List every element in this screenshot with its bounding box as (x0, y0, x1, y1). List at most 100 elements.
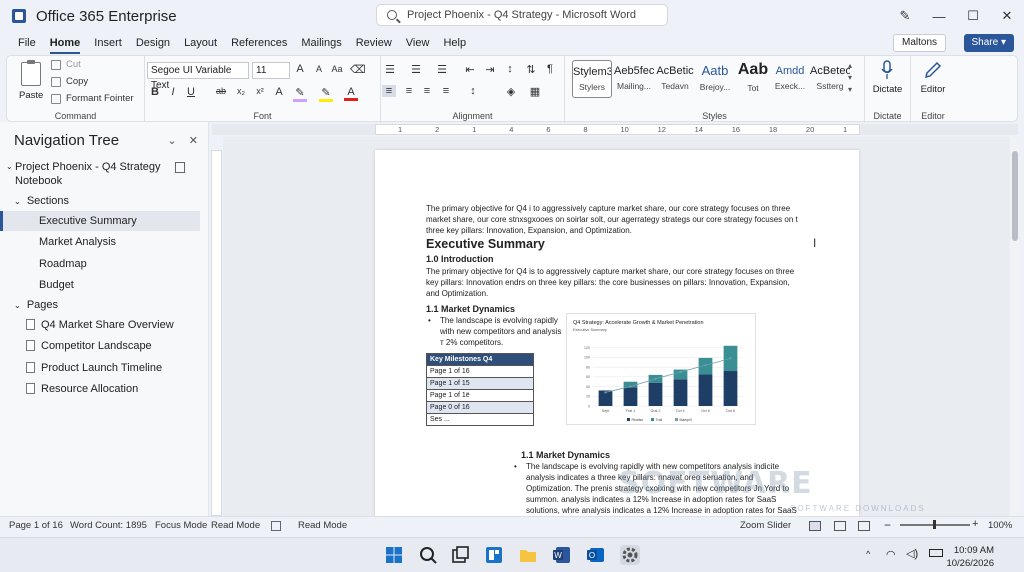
settings-taskbar-button[interactable] (620, 545, 640, 565)
sections-item[interactable]: ⌄ Sections (0, 191, 200, 211)
clock[interactable]: 10:09 AM 10/26/2026 (946, 544, 994, 570)
sort-az-icon[interactable]: ⇅ (524, 63, 538, 76)
tab-view[interactable]: View (399, 32, 437, 54)
notebook-page-icon[interactable] (175, 162, 185, 173)
battery-icon[interactable] (929, 549, 943, 557)
maximize-button[interactable]: ☐ (956, 8, 990, 24)
tray-chevron-icon[interactable]: ^ (866, 549, 870, 559)
paste-button[interactable]: Paste (19, 90, 43, 101)
underline-icon[interactable]: U (184, 86, 198, 98)
layout-icon[interactable] (271, 521, 281, 531)
justify-icon[interactable]: ≡ (439, 85, 453, 97)
style-card[interactable]: Aab Tot (733, 60, 773, 98)
subscript-icon[interactable]: x₂ (234, 86, 248, 96)
bold-icon[interactable]: B (148, 86, 162, 98)
intro-paragraph[interactable]: The primary objective for Q4 i to aggres… (426, 203, 804, 236)
heading-executive-summary[interactable]: Executive Summary (426, 238, 545, 251)
style-card[interactable]: AcBetic Tedavn (655, 60, 695, 98)
align-left-icon[interactable]: ≡ (382, 85, 396, 97)
tab-review[interactable]: Review (349, 32, 399, 54)
show-formatting-icon[interactable]: ¶ (543, 63, 557, 75)
page-item[interactable]: Resource Allocation (0, 379, 200, 399)
shading-icon[interactable]: ◈ (504, 85, 518, 98)
web-layout-icon[interactable] (834, 521, 846, 531)
horizontal-ruler[interactable]: 1 2 1 4 6 8 10 12 14 16 18 20 1 (375, 124, 860, 135)
shrink-font-icon[interactable]: A (312, 64, 326, 74)
pages-item[interactable]: ⌄ Pages (0, 295, 200, 315)
heading-introduction[interactable]: 1.0 Introduction (426, 254, 494, 265)
cut-button[interactable]: Cut (51, 59, 81, 70)
user-account-button[interactable]: Maltons (892, 34, 946, 52)
text-effects-icon[interactable]: A (272, 86, 286, 98)
read-mode-button-2[interactable]: Read Mode (298, 520, 347, 531)
section-market-analysis[interactable]: Market Analysis (0, 232, 200, 252)
change-case-icon[interactable]: Aa (330, 64, 344, 74)
zoom-percent[interactable]: 100% (988, 520, 1012, 531)
wifi-icon[interactable]: ◠ (886, 548, 896, 561)
word-taskbar-button[interactable]: W (552, 545, 572, 565)
start-button[interactable] (384, 545, 404, 565)
style-card[interactable]: AcBeteo Sstterg (810, 60, 850, 98)
font-name-dropdown[interactable]: Segoe UI Variable Text (147, 62, 249, 91)
widgets-button[interactable] (484, 545, 504, 565)
editor-pen-icon[interactable] (923, 60, 943, 80)
share-button[interactable]: Share ▾ (963, 34, 1014, 52)
read-layout-icon[interactable] (858, 521, 870, 531)
milestones-table[interactable]: Key Milestones Q4 Page 1 of 16 Page 1 of… (426, 353, 534, 426)
grow-font-icon[interactable]: A (293, 63, 307, 75)
tab-design[interactable]: Design (129, 32, 177, 54)
tab-home[interactable]: Home (43, 32, 88, 54)
page-item[interactable]: Product Launch Timeline (0, 358, 200, 378)
style-card[interactable]: Amdd Execk... (770, 60, 810, 98)
notebook-item[interactable]: ⌄ Project Phoenix - Q4 Strategy Notebook (6, 160, 174, 188)
close-button[interactable]: ✕ (990, 8, 1024, 24)
nav-close-icon[interactable]: ✕ (189, 135, 198, 147)
word-count[interactable]: Word Count: 1895 (70, 520, 147, 531)
tab-references[interactable]: References (224, 32, 294, 54)
zoom-out-icon[interactable]: − (884, 518, 891, 532)
pen-icon[interactable]: ✎ (888, 8, 922, 24)
italic-icon[interactable]: I (166, 86, 180, 98)
multilevel-list-icon[interactable]: ☰ (435, 63, 449, 76)
volume-icon[interactable]: ◁) (906, 547, 918, 560)
read-mode-button[interactable]: Read Mode (211, 520, 260, 531)
highlight-icon[interactable]: ✎ (293, 86, 307, 102)
scroll-thumb[interactable] (1012, 151, 1018, 241)
tab-help[interactable]: Help (436, 32, 473, 54)
minimize-button[interactable]: — (922, 9, 956, 24)
nav-options-icon[interactable]: ⌄ (167, 135, 176, 147)
focus-mode-button[interactable]: Focus Mode (155, 520, 207, 531)
font-size-dropdown[interactable]: 11 (252, 62, 290, 79)
page-item[interactable]: Competitor Landscape (0, 336, 200, 356)
numbering-icon[interactable]: ☰ (409, 63, 423, 76)
heading-market-dynamics-2[interactable]: 1.1 Market Dynamics (521, 450, 610, 461)
section-roadmap[interactable]: Roadmap (0, 254, 200, 274)
tab-insert[interactable]: Insert (87, 32, 129, 54)
introduction-paragraph[interactable]: The primary objective for Q4 is to aggre… (426, 266, 804, 299)
style-card[interactable]: Aatb Brejoy... (695, 60, 735, 98)
document-page[interactable]: The primary objective for Q4 i to aggres… (375, 150, 859, 516)
vertical-scrollbar[interactable] (1010, 137, 1020, 516)
title-search-box[interactable]: Project Phoenix - Q4 Strategy - Microsof… (376, 4, 668, 26)
heading-market-dynamics[interactable]: 1.1 Market Dynamics (426, 304, 515, 315)
microphone-icon[interactable] (880, 60, 894, 80)
outlook-taskbar-button[interactable]: O (586, 545, 606, 565)
sort-icon[interactable]: ↕ (503, 63, 517, 75)
style-card[interactable]: Stylem3 Stylers (572, 60, 612, 98)
strikethrough-icon[interactable]: ab (214, 86, 228, 96)
dictate-button[interactable]: Dictate (865, 84, 910, 95)
increase-indent-icon[interactable]: ⇥ (483, 63, 497, 76)
decrease-indent-icon[interactable]: ⇤ (463, 63, 477, 76)
clear-format-icon[interactable]: ⌫ (350, 63, 366, 76)
bullets-icon[interactable]: ☰ (383, 63, 397, 76)
file-explorer-button[interactable] (518, 545, 538, 565)
section-executive-summary[interactable]: Executive Summary (0, 211, 200, 231)
strategy-chart[interactable]: Q4 Strategy: Accelerate Growth & Market … (566, 313, 756, 425)
align-right-icon[interactable]: ≡ (420, 85, 434, 97)
vertical-ruler[interactable] (211, 150, 222, 516)
zoom-slider-thumb[interactable] (932, 520, 936, 529)
zoom-in-icon[interactable]: + (972, 518, 978, 530)
print-layout-icon[interactable] (809, 521, 821, 531)
editor-button[interactable]: Editor (911, 84, 955, 95)
styles-scroll-arrows-icon[interactable]: ▴ ▾ ▾ (848, 60, 852, 96)
